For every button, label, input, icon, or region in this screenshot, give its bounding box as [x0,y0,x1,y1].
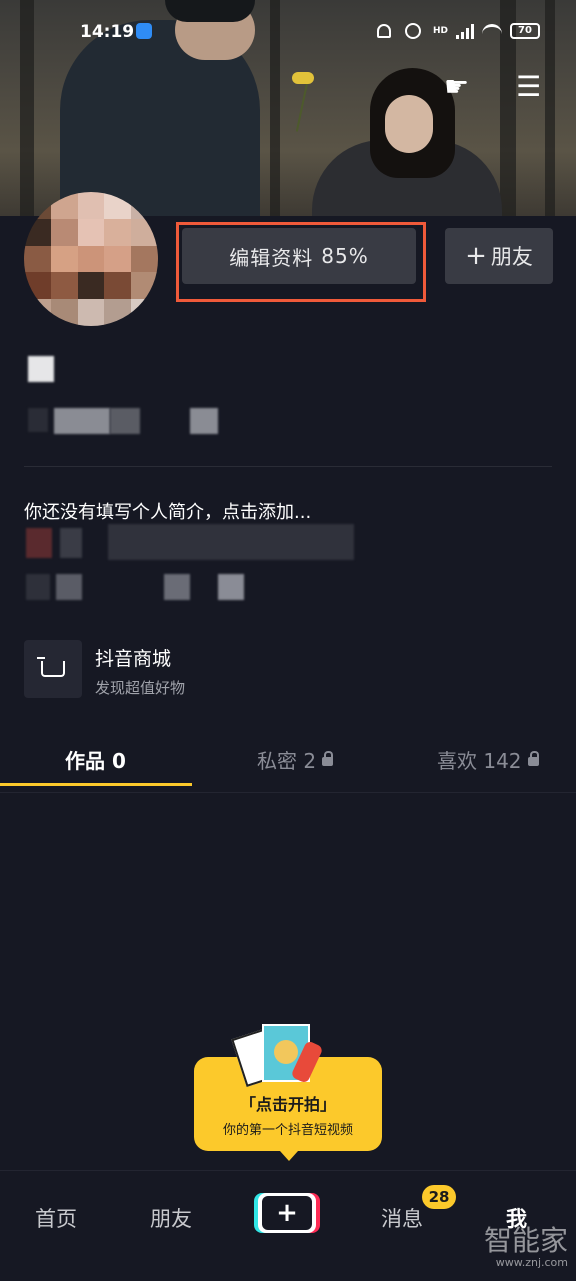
mall-subtitle: 发现超值好物 [95,679,186,697]
tab-active-indicator [0,783,192,786]
nav-messages[interactable]: 消息 [381,1203,423,1233]
bubble-subtitle: 你的第一个抖音短视频 [222,1123,353,1138]
plus-icon: + [465,241,487,271]
avatar[interactable] [24,192,158,326]
add-friend-button[interactable]: + 朋友 [445,228,553,284]
info-blurred-1 [26,528,52,558]
bio-text[interactable]: 你还没有填写个人简介，点击添加... [24,498,311,524]
divider [24,466,552,467]
bubble-illustration [230,1022,330,1087]
status-bar: 14:19 HD 70 [0,0,576,64]
menu-icon[interactable]: ☰ [516,70,541,103]
watermark-url: www.znj.com [495,1256,568,1269]
shopping-cart-icon[interactable] [24,640,82,698]
add-friend-label: 朋友 [490,245,533,269]
nav-friends[interactable]: 朋友 [150,1203,192,1233]
battery-icon: 70 [510,23,540,39]
app-notification-icon [136,23,152,39]
messages-badge: 28 [422,1185,456,1209]
hd-label: HD [432,26,448,36]
info-blurred-6 [164,574,190,600]
cover-flower [292,72,314,84]
username-blurred [28,356,54,382]
id-blurred-4 [190,408,218,434]
status-icons: HD 70 [376,22,540,40]
tab-works[interactable]: 作品 0 [65,745,126,774]
lock-icon [527,751,539,766]
highlight-box [176,222,426,302]
info-blurred-4 [26,574,50,600]
plus-icon: + [262,1196,312,1230]
signal-icon [456,23,474,39]
tab-likes-label: 喜欢 142 [437,749,522,773]
nav-home[interactable]: 首页 [35,1203,77,1233]
tab-divider [0,792,576,793]
info-blurred-2 [60,528,82,558]
wifi-icon [482,22,502,40]
watermark: 智能家 www.znj.com [483,1224,568,1269]
status-time: 14:19 [80,22,135,42]
bell-muted-icon [376,22,397,40]
watermark-text: 智能家 [483,1224,568,1257]
lock-icon [322,751,334,766]
tab-likes[interactable]: 喜欢 142 [437,745,539,774]
info-blurred-7 [218,574,244,600]
cover-flower-stem [295,82,309,132]
id-blurred-2 [54,408,110,434]
create-button[interactable]: + [258,1193,316,1233]
info-blurred-5 [56,574,82,600]
cover-figure-face [385,95,433,153]
mall-title[interactable]: 抖音商城 [95,644,171,671]
tab-works-label: 作品 0 [65,749,126,773]
id-blurred-1 [28,408,48,432]
alarm-icon [404,22,425,40]
hand-point-icon[interactable]: ☛ [444,70,469,103]
bubble-title: 「点击开拍」 [239,1095,336,1114]
tab-private-label: 私密 2 [257,749,317,773]
id-blurred-3 [110,408,140,434]
tab-private[interactable]: 私密 2 [257,745,334,774]
info-blurred-3 [108,524,354,560]
